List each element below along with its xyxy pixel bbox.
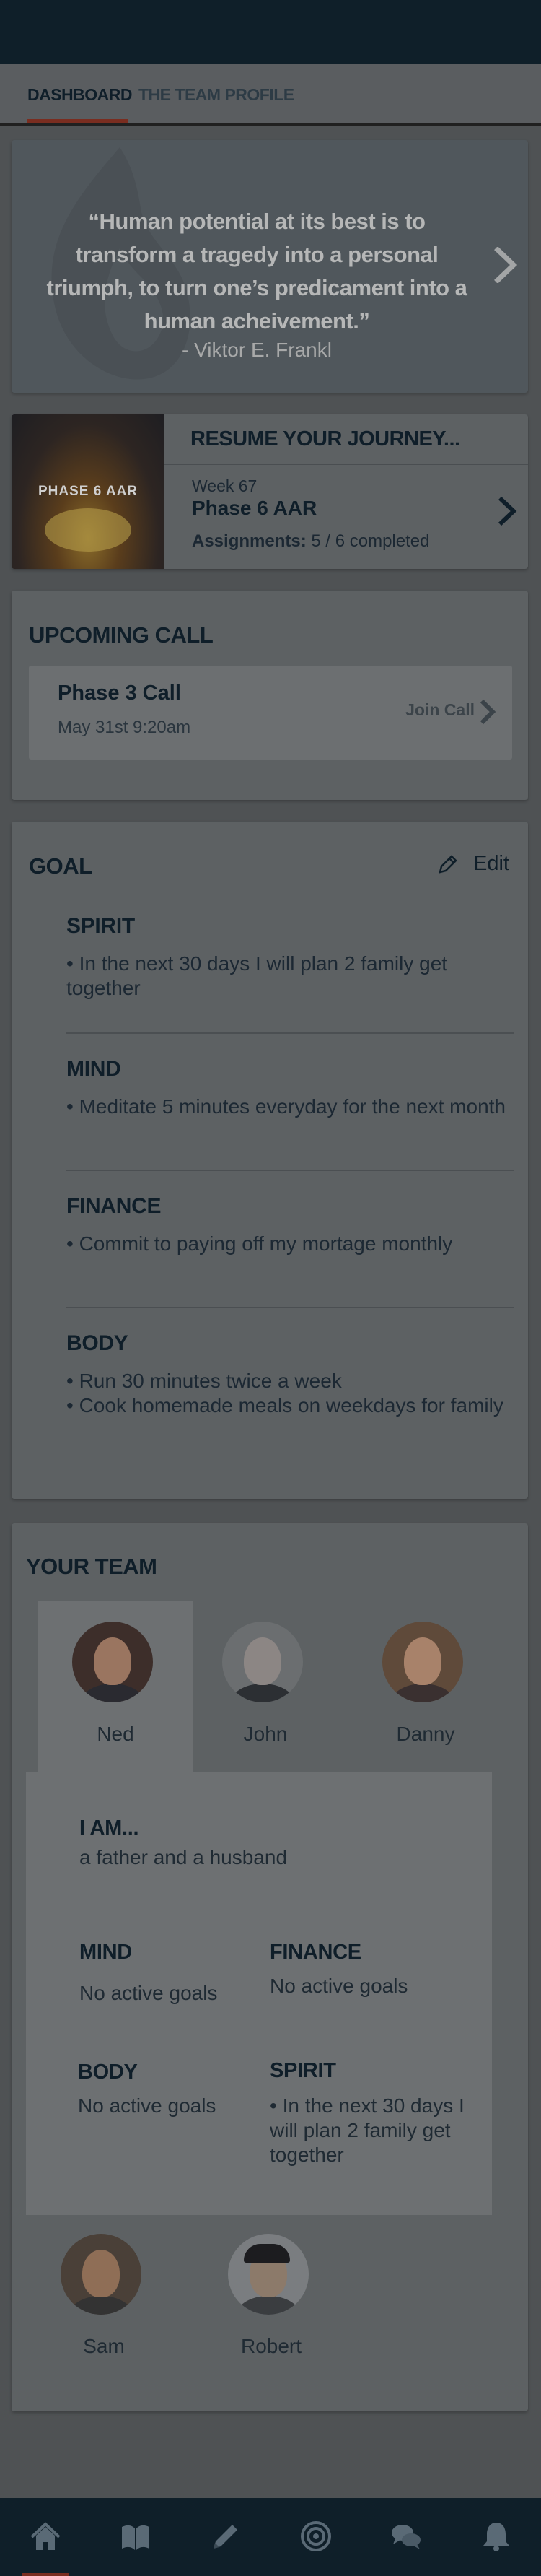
- avatar-shoulder: [390, 1684, 456, 1702]
- avatar: [382, 1622, 463, 1702]
- nav-edit[interactable]: [180, 2498, 270, 2576]
- phase-thumbnail: PHASE 6 AAR: [12, 414, 164, 569]
- resume-week: Week 67: [192, 477, 258, 495]
- avatar: [228, 2234, 309, 2315]
- chat-icon: [392, 2525, 421, 2549]
- divider: [66, 1307, 514, 1308]
- chevron-right-icon[interactable]: [479, 699, 496, 725]
- quote-text: “Human potential at its best is to trans…: [46, 209, 467, 334]
- divider: [164, 464, 528, 465]
- avatar: [222, 1622, 303, 1702]
- bell-icon: [483, 2523, 509, 2551]
- avatar-face: [404, 1637, 441, 1685]
- goal-card: GOAL Edit SPIRIT • In the next 30 days I…: [12, 822, 528, 1499]
- team-member-john[interactable]: John: [188, 1601, 343, 1772]
- avatar: [61, 2234, 141, 2315]
- cap: [244, 2244, 290, 2263]
- active-tab-indicator: [27, 119, 128, 123]
- member-name: Robert: [240, 2335, 302, 2357]
- goal-section-title: SPIRIT: [66, 914, 135, 938]
- avatar-shoulder: [68, 2296, 134, 2315]
- goal-section-spirit: SPIRIT • In the next 30 days I will plan…: [66, 914, 514, 1001]
- member-name: Sam: [83, 2335, 125, 2357]
- team-member-danny[interactable]: Danny: [348, 1601, 503, 1772]
- nav-chat[interactable]: [361, 2498, 451, 2576]
- goal-item: • Commit to paying off my mortage monthl…: [66, 1232, 453, 1255]
- bottom-nav: [0, 2498, 541, 2576]
- call-item[interactable]: Phase 3 Call May 31st 9:20am Join Call: [29, 666, 512, 760]
- goal-section-title: BODY: [66, 1331, 128, 1355]
- goal-item: • In the next 30 days I will plan 2 fami…: [66, 952, 448, 999]
- home-icon: [30, 2522, 61, 2550]
- nav-book[interactable]: [90, 2498, 180, 2576]
- avatar: [72, 1622, 153, 1702]
- upcoming-call-card: UPCOMING CALL Phase 3 Call May 31st 9:20…: [12, 591, 528, 800]
- tab-team-profile[interactable]: THE TEAM PROFILE: [138, 85, 294, 105]
- spirit-label: SPIRIT: [270, 2059, 336, 2082]
- goal-item: • Meditate 5 minutes everyday for the ne…: [66, 1095, 506, 1118]
- thumbnail-glow: [45, 508, 131, 552]
- call-name: Phase 3 Call: [58, 682, 181, 705]
- goal-section-title: FINANCE: [66, 1194, 162, 1218]
- avatar-face: [82, 2250, 120, 2297]
- nav-notifications[interactable]: [451, 2498, 541, 2576]
- team-member-ned[interactable]: Ned: [38, 1601, 193, 1772]
- join-call-button[interactable]: Join Call: [405, 700, 475, 720]
- finance-value: No active goals: [270, 1975, 408, 1997]
- body-label: BODY: [78, 2061, 138, 2084]
- finance-label: FINANCE: [270, 1941, 361, 1964]
- assignments-status: Assignments: 5 / 6 completed: [192, 531, 429, 552]
- goal-item: • Cook homemade meals on weekdays for fa…: [66, 1394, 503, 1417]
- body-value: No active goals: [78, 2094, 216, 2117]
- member-name: Danny: [396, 1723, 455, 1745]
- section-title: UPCOMING CALL: [29, 622, 214, 648]
- i-am-label: I AM...: [79, 1816, 139, 1840]
- pencil-icon[interactable]: [437, 853, 459, 875]
- book-icon: [122, 2525, 149, 2550]
- chevron-right-icon[interactable]: [496, 495, 518, 527]
- active-nav-indicator: [22, 2573, 69, 2576]
- goal-section-title: MIND: [66, 1057, 121, 1081]
- avatar-shoulder: [229, 1684, 296, 1702]
- section-title: YOUR TEAM: [26, 1554, 157, 1579]
- avatar-face: [244, 1637, 281, 1685]
- quote-card[interactable]: “Human potential at its best is to trans…: [12, 140, 528, 393]
- goal-item: • Run 30 minutes twice a week: [66, 1370, 342, 1392]
- top-bar: [0, 0, 541, 64]
- divider: [66, 1032, 514, 1034]
- spirit-value: • In the next 30 days I will plan 2 fami…: [270, 2094, 465, 2166]
- pencil-icon: [214, 2525, 237, 2549]
- member-detail-panel: I AM... a father and a husband MIND No a…: [26, 1772, 492, 2215]
- call-time: May 31st 9:20am: [58, 718, 191, 737]
- avatar-face: [94, 1637, 131, 1685]
- avatar-shoulder: [235, 2296, 302, 2315]
- edit-goal-button[interactable]: Edit: [473, 852, 509, 876]
- member-name: John: [243, 1723, 288, 1745]
- chevron-right-icon[interactable]: [493, 247, 519, 283]
- nav-home[interactable]: [0, 2498, 90, 2576]
- resume-heading: RESUME YOUR JOURNEY...: [190, 427, 460, 451]
- target-icon: [301, 2521, 331, 2551]
- goal-section-mind: MIND • Meditate 5 minutes everyday for t…: [66, 1057, 514, 1119]
- member-name: Ned: [97, 1723, 134, 1745]
- quote-author: - Viktor E. Frankl: [182, 339, 332, 361]
- team-member-robert[interactable]: Robert: [193, 2214, 349, 2384]
- assignments-value: 5 / 6 completed: [311, 531, 430, 551]
- thumbnail-label: PHASE 6 AAR: [38, 484, 138, 499]
- resume-phase: Phase 6 AAR: [192, 497, 317, 519]
- resume-journey-card[interactable]: PHASE 6 AAR RESUME YOUR JOURNEY... Week …: [12, 414, 528, 569]
- goal-section-finance: FINANCE • Commit to paying off my mortag…: [66, 1194, 514, 1256]
- tab-dashboard[interactable]: DASHBOARD: [27, 85, 133, 105]
- nav-goals[interactable]: [270, 2498, 361, 2576]
- avatar-shoulder: [79, 1684, 146, 1702]
- assignments-label: Assignments:: [192, 531, 307, 551]
- i-am-value: a father and a husband: [79, 1846, 288, 1868]
- tab-bar: DASHBOARD THE TEAM PROFILE: [0, 64, 541, 126]
- section-title: GOAL: [29, 853, 92, 879]
- mind-label: MIND: [79, 1941, 132, 1964]
- team-member-sam[interactable]: Sam: [26, 2214, 182, 2384]
- divider: [66, 1170, 514, 1171]
- goal-section-body: BODY • Run 30 minutes twice a week • Coo…: [66, 1331, 514, 1418]
- mind-value: No active goals: [79, 1982, 218, 2004]
